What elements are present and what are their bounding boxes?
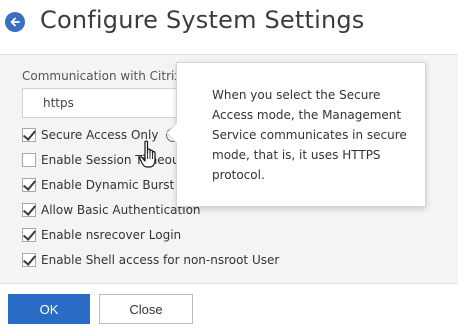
allow-basic-auth-checkbox[interactable]: Allow Basic Authentication <box>22 201 201 219</box>
checkbox-label: Enable Session Timeout <box>41 153 185 167</box>
page-title: Configure System Settings <box>40 6 365 34</box>
ok-button[interactable]: OK <box>8 294 90 324</box>
communication-select[interactable]: https <box>22 88 182 118</box>
checkbox-box[interactable] <box>22 203 36 217</box>
enable-nsrecover-login-checkbox[interactable]: Enable nsrecover Login <box>22 226 181 244</box>
checkbox-box[interactable] <box>22 153 36 167</box>
enable-shell-access-checkbox[interactable]: Enable Shell access for non-nsroot User <box>22 251 279 269</box>
info-tooltip: When you select the Secure Access mode, … <box>166 62 426 207</box>
communication-select-value: https <box>43 96 74 110</box>
checkbox-box[interactable] <box>22 128 36 142</box>
close-button[interactable]: Close <box>99 294 193 324</box>
dialog-footer: OK Close <box>0 283 458 335</box>
checkbox-label: Enable nsrecover Login <box>41 228 182 242</box>
page-header: Configure System Settings <box>0 0 458 50</box>
checkbox-box[interactable] <box>22 253 36 267</box>
tooltip-text: When you select the Secure Access mode, … <box>212 88 407 182</box>
checkbox-box[interactable] <box>22 178 36 192</box>
back-button[interactable] <box>5 12 25 32</box>
hand-pointer-icon <box>139 140 156 168</box>
enable-dynamic-burst-checkbox[interactable]: Enable Dynamic Burst Th <box>22 176 193 194</box>
arrow-left-icon <box>10 17 20 27</box>
checkbox-label: Enable Shell access for non-nsroot User <box>41 253 280 267</box>
checkbox-label: Enable Dynamic Burst Th <box>41 178 193 192</box>
checkbox-box[interactable] <box>22 228 36 242</box>
communication-label: Communication with Citrix A <box>22 69 182 83</box>
